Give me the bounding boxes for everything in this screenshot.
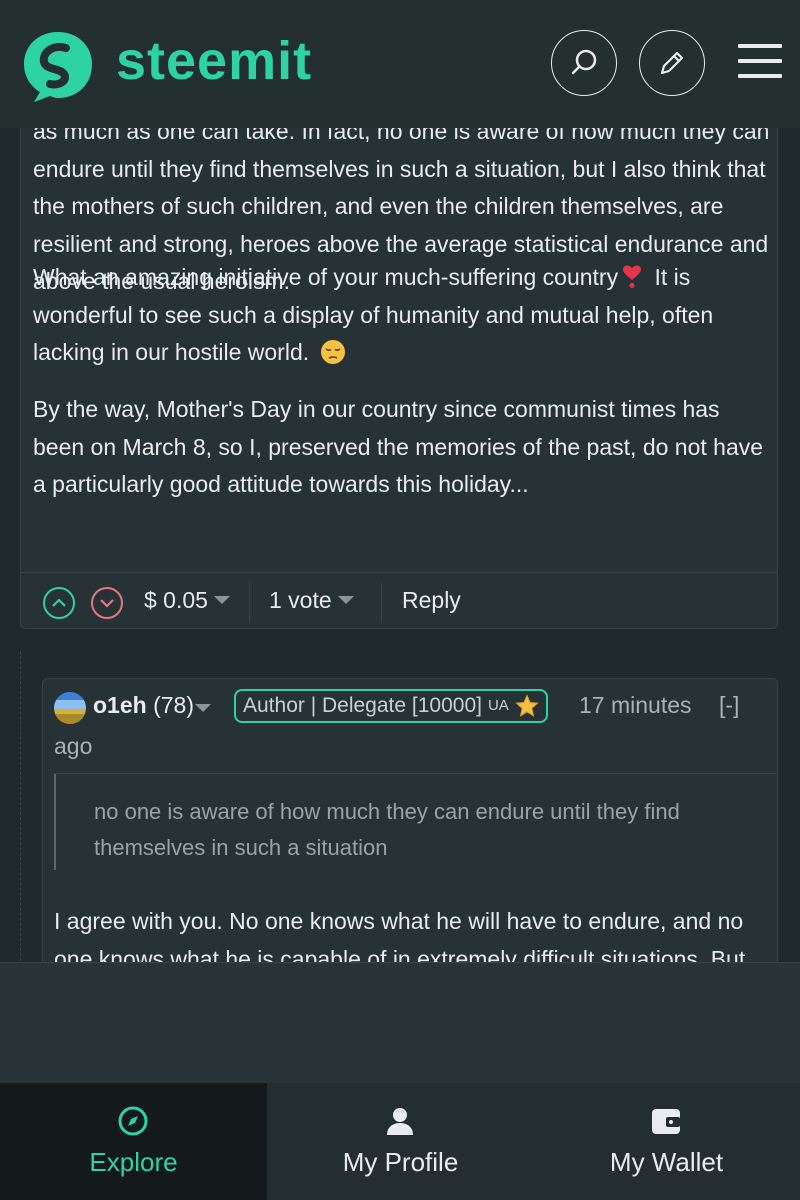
- comment-timestamp[interactable]: 17 minutes: [579, 692, 692, 719]
- write-post-button[interactable]: [639, 30, 705, 96]
- comment-paragraph: By the way, Mother's Day in our country …: [33, 396, 764, 497]
- comment-card: as much as one can take. In fact, no one…: [20, 128, 778, 629]
- nav-wallet-label: My Wallet: [609, 1147, 724, 1177]
- compass-icon: [118, 1106, 148, 1136]
- brand-name[interactable]: steemit: [116, 30, 312, 92]
- comment-actions: $ 0.05 1 vote Reply: [21, 572, 777, 629]
- bottom-navigation: Explore My Profile My Wallet: [0, 1083, 800, 1200]
- badge-flag: UA: [487, 697, 509, 714]
- pensive-face-icon: [320, 340, 345, 364]
- comment-timestamp-suffix[interactable]: ago: [54, 733, 92, 760]
- caret-down-icon[interactable]: [195, 704, 211, 712]
- caret-down-icon: [213, 596, 230, 604]
- reply-comment-card: o1eh (78) Author | Delegate [10000] UA 1…: [42, 678, 778, 962]
- divider: [249, 583, 250, 623]
- avatar[interactable]: [54, 692, 86, 724]
- heart-exclamation-icon: [623, 265, 642, 288]
- payout-dropdown[interactable]: $ 0.05: [144, 587, 230, 614]
- nav-explore[interactable]: Explore: [0, 1083, 267, 1200]
- collapse-button[interactable]: [-]: [719, 692, 739, 719]
- vote-count: 1 vote: [269, 587, 332, 613]
- downvote-button[interactable]: [91, 587, 123, 619]
- reply-comment-body: I agree with you. No one knows what he w…: [54, 908, 746, 962]
- payout-value: $ 0.05: [144, 587, 208, 613]
- nav-profile-label: My Profile: [342, 1147, 459, 1177]
- blockquote: no one is aware of how much they can end…: [54, 774, 734, 870]
- search-icon: [571, 49, 597, 75]
- pencil-icon: [660, 51, 684, 75]
- comment-text: What an amazing initiative of your much-…: [33, 264, 619, 290]
- author-reputation: (78): [153, 692, 194, 718]
- divider: [381, 583, 382, 623]
- author-badge: Author | Delegate [10000] UA: [234, 689, 548, 723]
- nav-wallet[interactable]: My Wallet: [533, 1083, 800, 1200]
- reply-button[interactable]: Reply: [402, 587, 461, 614]
- comments-area: as much as one can take. In fact, no one…: [0, 128, 800, 962]
- star-icon: [515, 694, 539, 717]
- comment-paragraph: What an amazing initiative of your much-…: [33, 259, 773, 372]
- chevron-down-icon: [100, 599, 114, 608]
- caret-down-icon: [337, 596, 354, 604]
- badge-text: Author | Delegate [10000]: [243, 694, 482, 717]
- steemit-logo-icon[interactable]: [20, 28, 96, 104]
- author-username: o1eh: [93, 692, 147, 718]
- nav-explore-label: Explore: [89, 1147, 178, 1177]
- wallet-icon: [652, 1109, 680, 1134]
- nav-profile[interactable]: My Profile: [267, 1083, 534, 1200]
- search-button[interactable]: [551, 30, 617, 96]
- author-name[interactable]: o1eh (78): [93, 692, 194, 719]
- thread-line: [20, 651, 21, 962]
- upvote-button[interactable]: [43, 587, 75, 619]
- votes-dropdown[interactable]: 1 vote: [269, 587, 354, 614]
- bottom-spacer: [0, 962, 800, 1084]
- top-header: steemit: [0, 0, 800, 128]
- hamburger-menu-icon[interactable]: [738, 44, 782, 84]
- user-icon: [387, 1108, 413, 1135]
- chevron-up-icon: [52, 598, 66, 607]
